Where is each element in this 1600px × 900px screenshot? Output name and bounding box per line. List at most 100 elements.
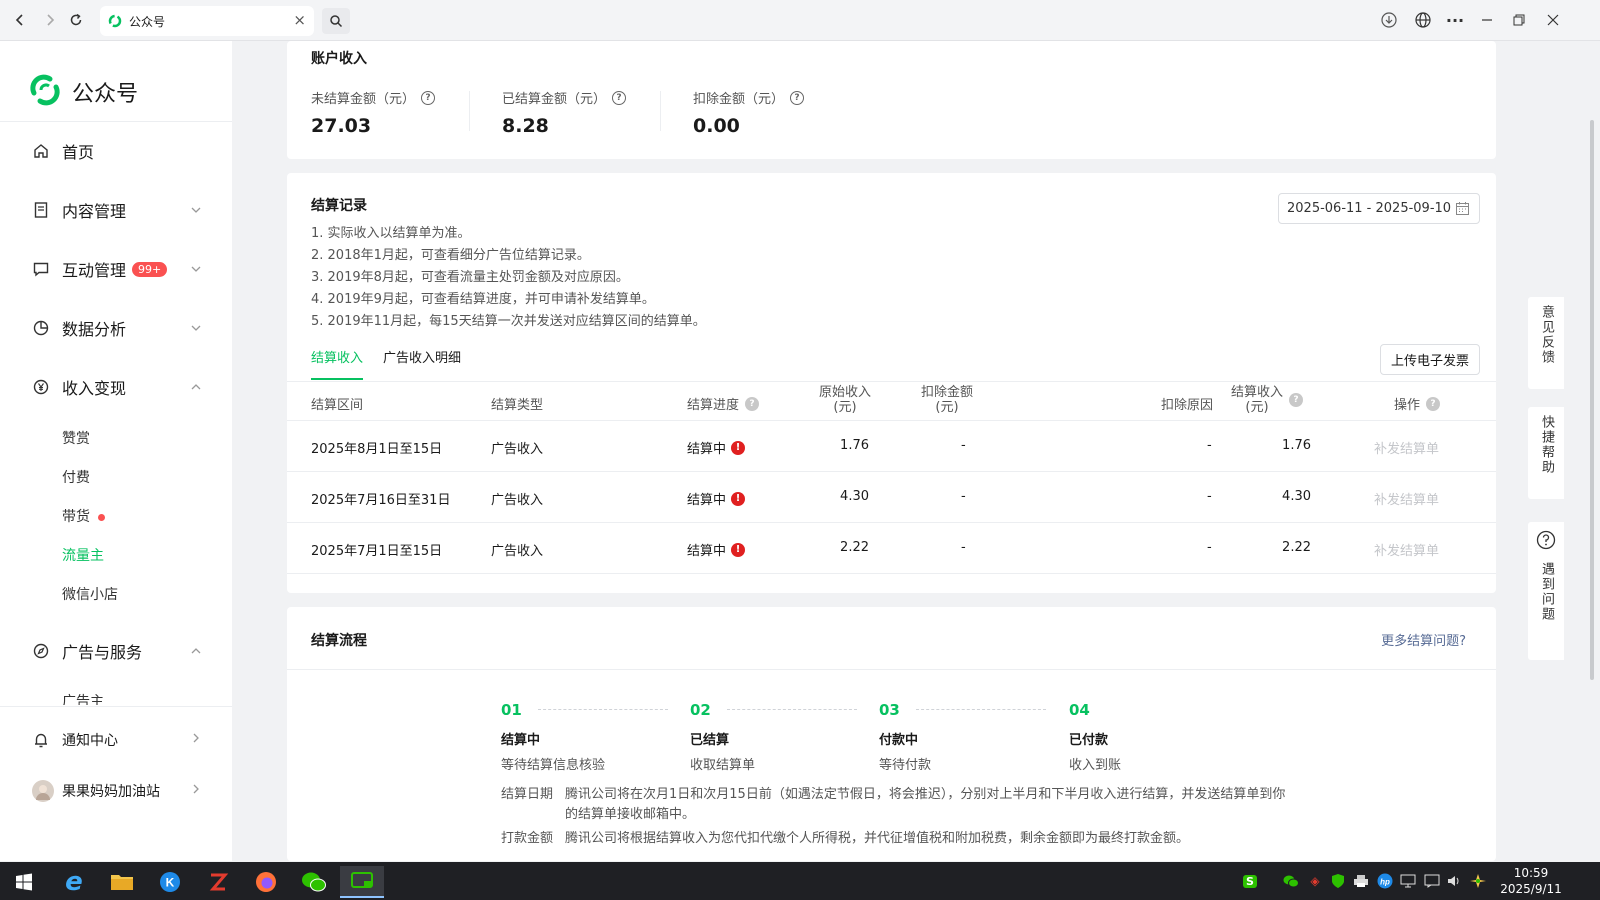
file-explorer-icon[interactable] [100,866,144,898]
help-icon[interactable]: ? [790,90,805,105]
step-name: 付款中 [879,733,919,748]
step-desc: 等待付款 [879,758,932,773]
tab-settlement-income[interactable]: 结算收入 [311,347,364,380]
info-text: 腾讯公司将在次月1日和次月15日前（如遇法定节假日，将会推迟），分别对上半月和下… [565,787,1286,802]
sidebar-item-ads-services[interactable]: 广告与服务 [32,639,202,663]
help-icon[interactable]: ? [1289,393,1304,407]
reissue-statement-link[interactable]: 补发结算单 [1374,540,1439,559]
wps-icon[interactable] [196,866,240,898]
sidebar-item-notifications[interactable]: 通知中心 [32,730,202,750]
antivirus-icon[interactable]: ◈ [1307,873,1323,889]
period-cell: 2025年7月16日至31日 [311,493,451,508]
alert-icon[interactable]: ! [731,542,746,557]
page-scrollbar[interactable] [1590,120,1594,680]
divider [469,91,470,131]
help-icon[interactable]: ? [745,396,760,411]
download-icon[interactable] [1376,8,1402,32]
sidebar-subitem-commerce[interactable]: 带货 [62,506,105,526]
sidebar-subitem-paid[interactable]: 付费 [62,467,90,487]
sidebar-subitem-wechat-store[interactable]: 微信小店 [62,584,118,604]
divider [660,91,661,131]
logo[interactable]: 公众号 [28,73,138,111]
wechat-icon[interactable] [292,866,336,898]
step-connector [727,709,857,710]
sidebar-subitem-advertiser[interactable]: 广告主 [62,691,104,705]
table-row: 2025年7月16日至31日 广告收入 结算中! 4.30 - - 4.30 补… [287,472,1496,523]
step-number: 02 [690,701,711,719]
step-connector [538,709,668,710]
sidebar-item-label: 数据分析 [62,320,127,339]
metric-label: 扣除金额（元） [693,92,785,107]
volume-icon[interactable] [1446,873,1462,889]
calendar-icon [1455,201,1470,220]
sidebar-item-label: 广告与服务 [62,643,143,662]
note-line: 3. 2019年8月起，可查看流量主处罚金额及对应原因。 [311,270,629,285]
sidebar-item-analytics[interactable]: 数据分析 [32,316,202,340]
column-header-label: 操作 [1394,398,1421,413]
search-icon[interactable] [322,8,350,34]
sidebar-item-content[interactable]: 内容管理 [32,198,202,222]
sogou-ime-icon[interactable]: S [1242,873,1258,889]
sidebar-account[interactable]: 果果妈妈加油站 [32,780,202,802]
minimize-icon[interactable] [1474,8,1500,32]
ie-browser-icon[interactable]: e [52,866,96,898]
firefox-icon[interactable] [244,866,288,898]
alert-icon[interactable]: ! [731,440,746,455]
reload-icon[interactable] [64,8,88,32]
printer-icon[interactable] [1353,873,1369,889]
quick-help-button[interactable]: 快捷帮助 [1528,407,1564,499]
step-name: 已付款 [1069,733,1109,748]
settlement-records-card: 结算记录 2025-06-11 - 2025-09-10 1. 实际收入以结算单… [287,173,1496,593]
tab-close-icon[interactable]: × [293,11,306,29]
sidebar-subitem-traffic-owner[interactable]: 流量主 [62,545,104,565]
progress-label: 结算中 [687,493,727,508]
sidebar-subitem-appreciation[interactable]: 赞赏 [62,428,90,448]
forward-icon[interactable] [38,8,62,32]
help-icon[interactable]: ? [612,90,627,105]
notification-tray-icon[interactable] [1424,873,1440,889]
chevron-down-icon [190,260,202,279]
step-name: 已结算 [690,733,730,748]
close-window-icon[interactable] [1540,8,1566,32]
network-icon[interactable] [1400,873,1416,889]
shield-icon[interactable] [1330,873,1346,889]
more-settlement-questions-link[interactable]: 更多结算问题? [1381,630,1466,649]
help-icon[interactable]: ? [1426,396,1441,411]
more-icon[interactable]: ··· [1442,8,1468,32]
wechat-tray-icon[interactable] [1283,873,1299,889]
restore-icon[interactable] [1506,8,1532,32]
clock[interactable]: 10:59 2025/9/11 [1500,865,1562,897]
hp-icon[interactable]: hp [1377,873,1393,889]
reissue-statement-link[interactable]: 补发结算单 [1374,489,1439,508]
help-icon[interactable]: ? [421,90,436,105]
sidebar-item-label: 收入变现 [62,379,127,398]
globe-icon[interactable] [1410,8,1436,32]
wechat-official-logo-icon [28,73,62,111]
wechat-official-app-icon[interactable] [340,866,384,898]
alert-icon[interactable]: ! [731,491,746,506]
reissue-statement-link[interactable]: 补发结算单 [1374,438,1439,457]
note-line: 1. 实际收入以结算单为准。 [311,226,471,241]
step-4: 04 已付款 收入到账 [1069,701,1121,773]
note-line: 4. 2019年9月起，可查看结算进度，并可申请补发结算单。 [311,292,655,307]
sidebar-item-interaction[interactable]: 互动管理 99+ [32,257,202,281]
chevron-right-icon [190,783,202,799]
step-connector [916,709,1046,710]
date-range-picker[interactable]: 2025-06-11 - 2025-09-10 [1278,193,1480,224]
feedback-button[interactable]: 意见反馈 [1528,297,1564,389]
tab-ad-income-detail[interactable]: 广告收入明细 [383,347,461,376]
sidebar-item-monetization[interactable]: 收入变现 [32,375,202,399]
windows-start-icon[interactable] [2,866,46,898]
kugou-icon[interactable]: K [148,866,192,898]
app-tray-icon[interactable] [1470,873,1486,889]
original-income-cell: 2.22 [840,540,869,555]
browser-tab[interactable]: 公众号 × [100,6,314,36]
problem-button[interactable]: 遇到问题 [1528,522,1564,660]
metric-value: 0.00 [693,115,740,137]
back-icon[interactable] [8,8,32,32]
tab-favicon-icon [108,14,122,28]
sidebar-item-home[interactable]: 首页 [32,139,202,163]
upload-invoice-button[interactable]: 上传电子发票 [1379,344,1480,375]
step-2: 02 已结算 收取结算单 [690,701,755,773]
sidebar-item-label: 通知中心 [62,733,118,749]
